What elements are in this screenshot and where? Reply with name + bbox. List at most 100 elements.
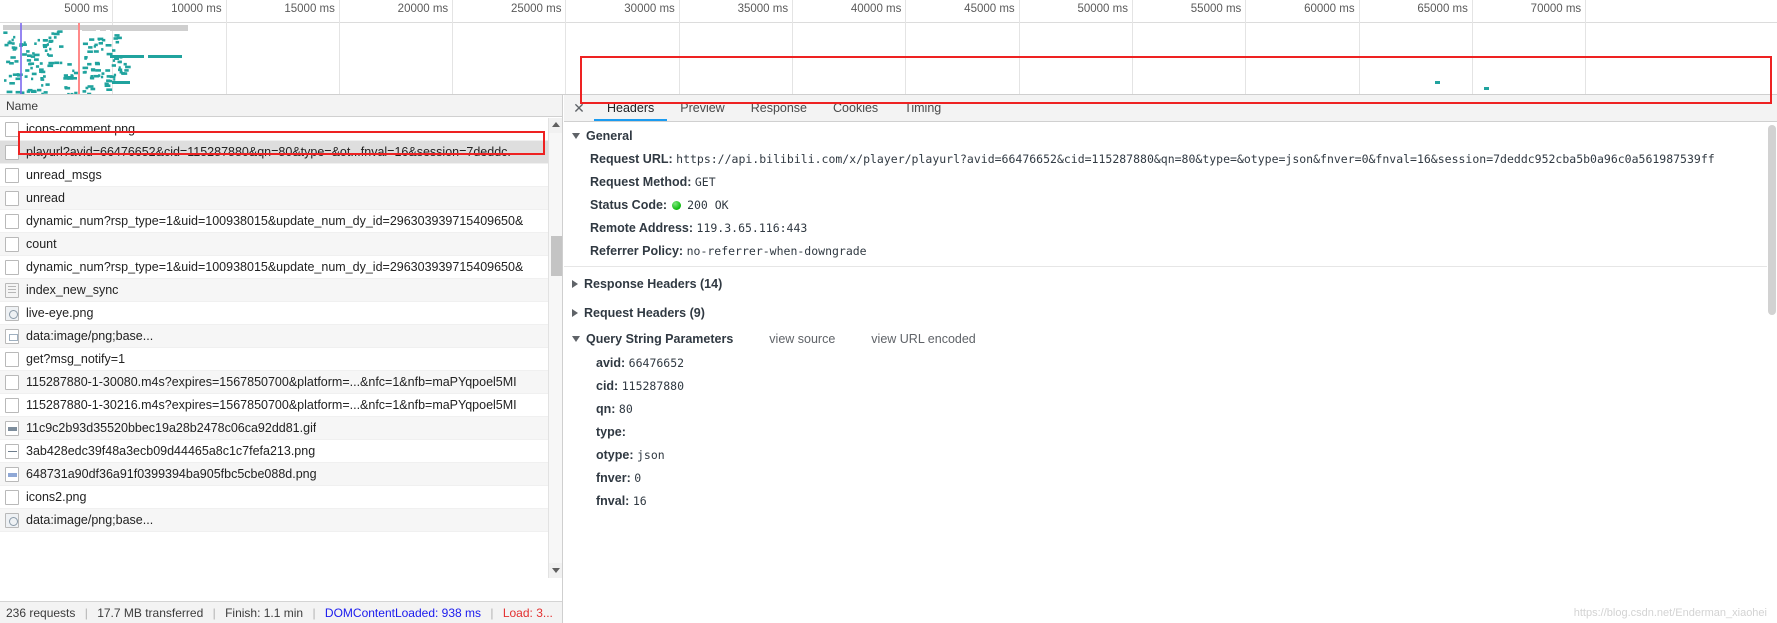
request-method-label: Request Method: [590, 175, 692, 189]
request-row[interactable]: 11c9c2b93d35520bbec19a28b2478c06ca92dd81… [0, 417, 562, 440]
general-section-header[interactable]: General [564, 123, 1777, 148]
request-url-value[interactable]: https://api.bilibili.com/x/player/playur… [676, 152, 1715, 166]
status-finish: Finish: 1.1 min [225, 606, 304, 620]
chevron-right-icon [572, 308, 578, 317]
status-transferred: 17.7 MB transferred [97, 606, 204, 620]
query-param-row: otype: json [564, 444, 1777, 467]
request-row[interactable]: dynamic_num?rsp_type=1&uid=100938015&upd… [0, 256, 562, 279]
details-tabs: Headers Preview Response Cookies Timing [594, 95, 954, 121]
overview-tick-label: 15000 ms [284, 3, 335, 15]
status-domcontentloaded: DOMContentLoaded: 938 ms [324, 606, 482, 620]
status-ok-dot-icon [671, 201, 681, 210]
request-rows-container[interactable]: icons-comment.png playurl?avid=66476652&c… [0, 118, 562, 578]
request-row[interactable]: get?msg_notify=1 [0, 348, 562, 371]
network-status-bar: 236 requests | 17.7 MB transferred | Fin… [0, 601, 562, 623]
scroll-down-arrow-icon[interactable] [549, 563, 562, 578]
request-row[interactable]: 648731a90df36a91f0399394ba905fbc5cbe088d… [0, 463, 562, 486]
file-icon [5, 167, 19, 183]
status-separator-3: | [312, 606, 316, 620]
status-code-row: Status Code: 200 OK [564, 194, 1777, 217]
view-url-encoded-link[interactable]: view URL encoded [871, 332, 975, 346]
query-param-key: fnver: [596, 471, 631, 485]
query-param-row: cid: 115287880 [564, 375, 1777, 398]
view-source-link[interactable]: view source [769, 332, 835, 346]
request-row[interactable]: index_new_sync [0, 279, 562, 302]
request-name: 115287880-1-30080.m4s?expires=1567850700… [26, 374, 517, 389]
dash-image-icon [5, 443, 19, 459]
query-param-key: fnval: [596, 494, 630, 508]
request-name: count [26, 236, 57, 251]
request-method-row: Request Method: GET [564, 171, 1777, 194]
tab-headers[interactable]: Headers [594, 95, 668, 121]
request-row[interactable]: unread [0, 187, 562, 210]
status-separator-4: | [490, 606, 494, 620]
request-row[interactable]: data:image/png;base... [0, 509, 562, 532]
request-row[interactable]: count [0, 233, 562, 256]
headers-tab-content: General Request URL: https://api.bilibil… [564, 123, 1777, 623]
request-row[interactable]: 3ab428edc39f48a3ecb09d44465a8c1c7fefa213… [0, 440, 562, 463]
request-name: unread_msgs [26, 167, 102, 182]
query-param-row: qn: 80 [564, 398, 1777, 421]
network-timeline-overview[interactable]: 5000 ms 10000 ms 15000 ms 20000 ms 25000 ms 3… [0, 0, 1777, 95]
request-row[interactable]: dynamic_num?rsp_type=1&uid=100938015&upd… [0, 210, 562, 233]
query-param-row: avid: 66476652 [564, 352, 1777, 375]
response-headers-section-header[interactable]: Response Headers (14) [564, 271, 1777, 296]
image-icon [5, 512, 19, 528]
query-param-value: 80 [618, 402, 633, 416]
watermark-text: https://blog.csdn.net/Enderman_xiaohei [1573, 607, 1767, 619]
query-param-row: fnval: 16 [564, 490, 1777, 513]
request-name: unread [26, 190, 65, 205]
blue-image-icon [5, 466, 19, 482]
scrollbar-thumb[interactable] [551, 236, 562, 276]
overview-tick-label: 35000 ms [737, 3, 789, 15]
close-icon[interactable]: ✕ [564, 95, 594, 121]
request-headers-section-header[interactable]: Request Headers (9) [564, 300, 1777, 325]
status-requests: 236 requests [6, 606, 76, 620]
overview-tick-label: 70000 ms [1530, 3, 1582, 15]
query-param-value: json [636, 448, 665, 462]
status-code-value: 200 OK [687, 198, 729, 212]
request-row[interactable]: 115287880-1-30216.m4s?expires=1567850700… [0, 394, 562, 417]
request-list-scrollbar[interactable] [548, 118, 562, 578]
file-icon [5, 144, 19, 160]
details-scrollbar-thumb[interactable] [1768, 125, 1776, 315]
request-row[interactable]: icons2.png [0, 486, 562, 509]
request-name: live-eye.png [26, 305, 94, 320]
status-code-label: Status Code: [590, 198, 668, 212]
status-separator-1: | [84, 606, 88, 620]
request-name: dynamic_num?rsp_type=1&uid=100938015&upd… [26, 213, 524, 228]
request-row[interactable]: unread_msgs [0, 164, 562, 187]
referrer-policy-label: Referrer Policy: [590, 244, 684, 258]
file-icon [5, 374, 19, 390]
file-icon [5, 489, 19, 505]
request-row[interactable]: data:image/png;base... [0, 325, 562, 348]
file-icon [5, 190, 19, 206]
scroll-up-arrow-icon[interactable] [549, 118, 562, 133]
tab-cookies[interactable]: Cookies [820, 95, 891, 121]
query-string-title: Query String Parameters [586, 331, 734, 346]
query-string-params-list: avid: 66476652 cid: 115287880 qn: 80 type: … [564, 352, 1777, 513]
request-row[interactable]: playurl?avid=66476652&cid=115287880&qn=8… [0, 141, 562, 164]
query-string-section-header[interactable]: Query String Parameters view source view… [564, 325, 1777, 352]
chevron-down-icon [572, 335, 580, 342]
overview-tick-label: 40000 ms [850, 3, 902, 15]
request-name: icons2.png [26, 489, 87, 504]
request-name: dynamic_num?rsp_type=1&uid=100938015&upd… [26, 259, 524, 274]
chevron-right-icon [572, 279, 578, 288]
column-header-name[interactable]: Name [0, 95, 562, 117]
details-tabbar: ✕ Headers Preview Response Cookies Timing [564, 95, 1777, 122]
request-row[interactable]: live-eye.png [0, 302, 562, 325]
request-row[interactable]: 115287880-1-30080.m4s?expires=1567850700… [0, 371, 562, 394]
tab-response[interactable]: Response [738, 95, 820, 121]
devtools-network-panel: 5000 ms 10000 ms 15000 ms 20000 ms 25000 ms 3… [0, 0, 1777, 623]
tab-timing[interactable]: Timing [891, 95, 954, 121]
tab-preview[interactable]: Preview [667, 95, 737, 121]
document-icon [5, 282, 19, 298]
request-row[interactable]: icons-comment.png [0, 118, 562, 141]
overview-tick-label: 25000 ms [510, 3, 562, 15]
image-small-icon [5, 328, 19, 344]
remote-address-value: 119.3.65.116:443 [696, 221, 808, 235]
details-scrollbar[interactable] [1767, 123, 1777, 623]
general-section-body: Request URL: https://api.bilibili.com/x/… [564, 148, 1777, 267]
request-name: 115287880-1-30216.m4s?expires=1567850700… [26, 397, 517, 412]
